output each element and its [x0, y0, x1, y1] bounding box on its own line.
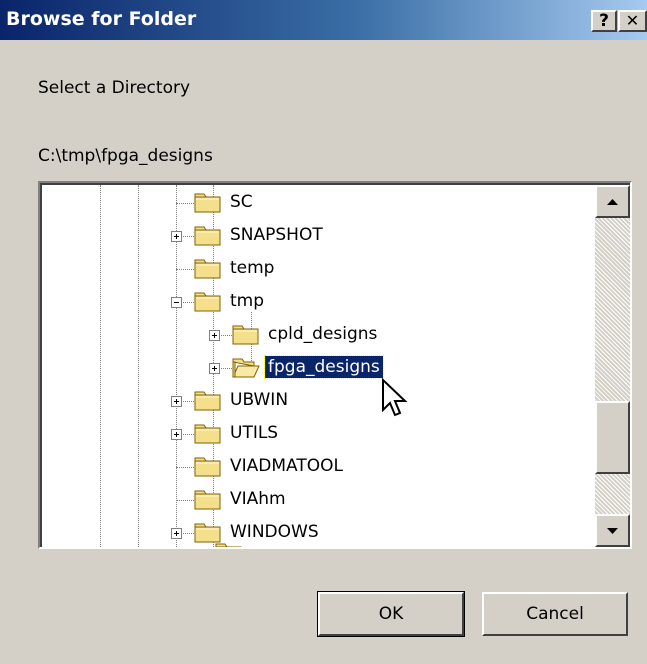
folder-icon	[194, 291, 224, 315]
cancel-button[interactable]: Cancel	[482, 592, 628, 636]
tree-item-label[interactable]: fpga_designs	[264, 355, 384, 379]
tree-connector	[176, 203, 194, 204]
scroll-down-button[interactable]	[595, 514, 630, 547]
tree-item-label[interactable]: VIAhm	[227, 488, 289, 510]
scroll-thumb[interactable]	[595, 401, 630, 474]
expand-toggle-icon[interactable]	[171, 429, 182, 440]
folder-icon	[194, 423, 224, 447]
tree-item[interactable]: fpga_designs	[42, 352, 596, 385]
tree-item[interactable]: UTILS	[42, 418, 596, 451]
mouse-pointer-icon	[382, 378, 408, 417]
expand-toggle-icon[interactable]	[209, 330, 220, 341]
tree-item-label[interactable]: WINDOWS	[227, 521, 322, 543]
close-button[interactable]: ✕	[618, 10, 647, 32]
tree-item[interactable]: tmp	[42, 286, 596, 319]
scroll-down-arrow-icon	[607, 528, 618, 534]
folder-icon	[194, 225, 224, 249]
tree-connector	[176, 500, 194, 501]
folder-icon	[194, 192, 224, 216]
tree-item[interactable]: temp	[42, 253, 596, 286]
collapse-toggle-icon[interactable]	[171, 297, 182, 308]
prompt-label: Select a Directory	[38, 78, 191, 98]
tree-item-label[interactable]: UTILS	[227, 422, 281, 444]
current-path-label: C:\tmp\fpga_designs	[38, 146, 213, 166]
window-title: Browse for Folder	[6, 8, 197, 30]
folder-icon	[194, 489, 224, 513]
scroll-up-arrow-icon	[607, 199, 618, 205]
expand-toggle-icon[interactable]	[171, 231, 182, 242]
folder-tree-viewport[interactable]: SC SNAPSHOT temp tmp cpld_designs fpga_design…	[40, 183, 630, 547]
tree-item[interactable]: WINDOWS	[42, 517, 596, 547]
tree-item[interactable]: cpld_designs	[42, 319, 596, 352]
tree-item[interactable]: VIAhm	[42, 484, 596, 517]
ok-button[interactable]: OK	[317, 591, 465, 637]
tree-item-label[interactable]: temp	[227, 257, 277, 279]
folder-icon	[194, 390, 224, 414]
expand-toggle-icon[interactable]	[171, 396, 182, 407]
tree-item[interactable]: VIADMATOOL	[42, 451, 596, 484]
tree-item[interactable]: SNAPSHOT	[42, 220, 596, 253]
tree-item-label[interactable]: tmp	[227, 290, 267, 312]
tree-item-label[interactable]: cpld_designs	[265, 323, 380, 345]
folder-tree[interactable]: SC SNAPSHOT temp tmp cpld_designs fpga_design…	[38, 181, 632, 549]
tree-item[interactable]: SC	[42, 187, 596, 220]
help-button[interactable]: ?	[591, 10, 617, 32]
folder-icon	[215, 542, 245, 547]
vertical-scrollbar[interactable]	[595, 185, 630, 547]
tree-item-label[interactable]: SC	[227, 191, 256, 213]
tree-connector	[176, 467, 194, 468]
tree-item-label[interactable]: SNAPSHOT	[227, 224, 326, 246]
title-bar: Browse for Folder ? ✕	[0, 0, 647, 40]
tree-item-label[interactable]: VIADMATOOL	[227, 455, 346, 477]
folder-icon	[194, 258, 224, 282]
tree-connector	[176, 269, 194, 270]
expand-toggle-icon[interactable]	[209, 363, 220, 374]
tree-item-label[interactable]: UBWIN	[227, 389, 291, 411]
tree-item[interactable]: UBWIN	[42, 385, 596, 418]
folder-icon	[232, 324, 262, 348]
scroll-up-button[interactable]	[595, 185, 630, 218]
folder-icon	[194, 456, 224, 480]
expand-toggle-icon[interactable]	[171, 528, 182, 539]
open-folder-icon	[232, 357, 262, 381]
